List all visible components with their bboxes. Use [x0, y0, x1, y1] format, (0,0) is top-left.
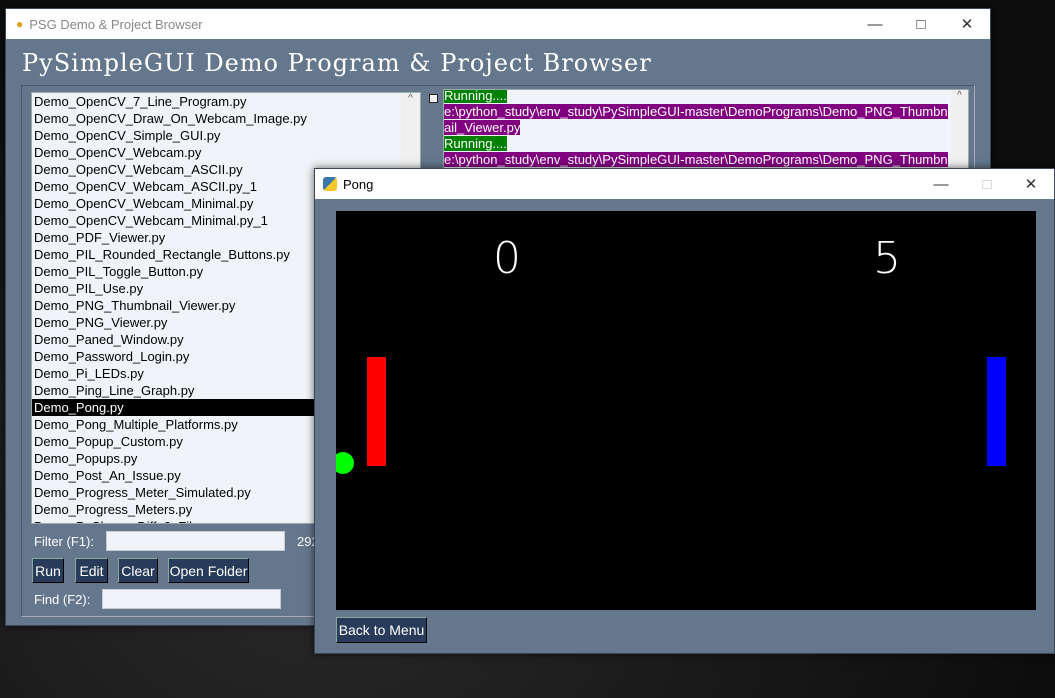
find-input[interactable] [102, 589, 281, 609]
page-title: PySimpleGUI Demo Program & Project Brows… [22, 49, 652, 77]
window-title: PSG Demo & Project Browser [29, 16, 203, 32]
title-bar: ● PSG Demo & Project Browser — □ ✕ [6, 9, 990, 39]
output-path-line: ail_Viewer.py [444, 120, 521, 135]
file-list-item[interactable]: Demo_OpenCV_Webcam.py [32, 144, 420, 161]
ball [336, 452, 354, 474]
maximize-button[interactable]: □ [898, 9, 944, 39]
output-multiline[interactable]: Running.... e:\python_study\env_study\PyS… [443, 89, 969, 179]
pong-maximize-button[interactable]: □ [964, 169, 1010, 199]
find-label: Find (F2): [34, 592, 91, 607]
file-list-item[interactable]: Demo_OpenCV_7_Line_Program.py [32, 93, 420, 110]
filter-label: Filter (F1): [34, 534, 94, 549]
output-path-line: e:\python_study\env_study\PySimpleGUI-ma… [444, 152, 948, 167]
pong-minimize-button[interactable]: — [918, 169, 964, 199]
right-paddle [987, 357, 1006, 466]
bulb-icon: ● [16, 17, 24, 31]
score-left: 0 [493, 233, 521, 284]
filter-input[interactable] [106, 531, 285, 551]
output-running-line: Running.... [444, 89, 507, 103]
pong-window-title: Pong [343, 176, 374, 192]
score-right: 5 [873, 233, 901, 284]
edit-button[interactable]: Edit [75, 558, 108, 583]
minimize-button[interactable]: — [852, 9, 898, 39]
file-list-item[interactable]: Demo_OpenCV_Draw_On_Webcam_Image.py [32, 110, 420, 127]
pong-window: Pong — □ ✕ 0 5 Back to Menu [314, 168, 1055, 654]
output-scrollbar[interactable]: ^ [951, 90, 968, 175]
scroll-up-icon[interactable]: ^ [401, 93, 420, 104]
file-list-item[interactable]: Demo_OpenCV_Simple_GUI.py [32, 127, 420, 144]
left-paddle [367, 357, 386, 466]
output-path-line: e:\python_study\env_study\PySimpleGUI-ma… [444, 104, 948, 119]
run-button[interactable]: Run [32, 558, 64, 583]
pong-canvas[interactable]: 0 5 [336, 211, 1036, 610]
back-to-menu-button[interactable]: Back to Menu [336, 617, 427, 643]
pong-close-button[interactable]: ✕ [1008, 169, 1054, 199]
pong-title-bar: Pong — □ ✕ [315, 169, 1054, 199]
clear-button[interactable]: Clear [118, 558, 158, 583]
open-folder-button[interactable]: Open Folder [168, 558, 249, 583]
python-icon [323, 177, 337, 191]
output-running-line: Running.... [444, 136, 507, 151]
close-button[interactable]: ✕ [944, 9, 990, 39]
checkbox[interactable] [429, 94, 438, 103]
